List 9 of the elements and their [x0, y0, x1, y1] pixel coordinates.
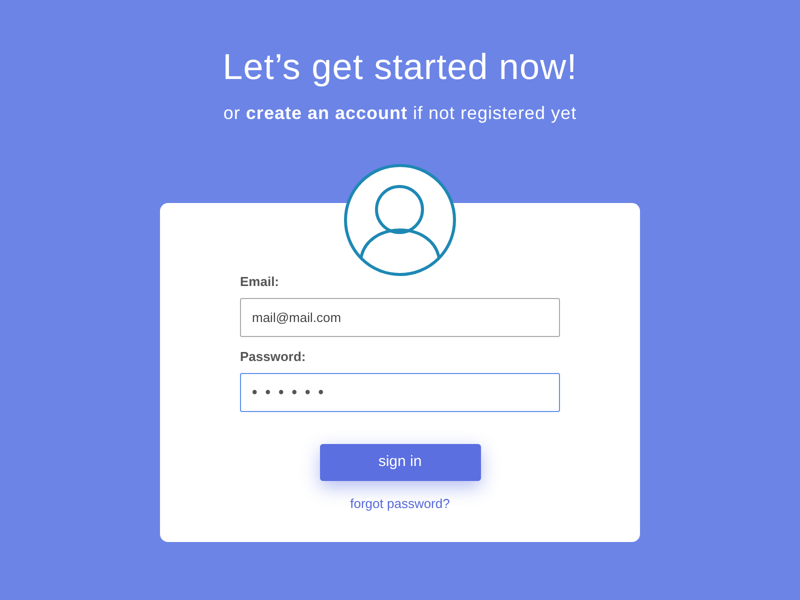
email-label: Email:	[240, 273, 280, 291]
sign-in-button[interactable]: sign in	[320, 444, 480, 481]
signup-prompt: or create an account if not registered yet	[223, 102, 577, 125]
forgot-password-link[interactable]: forgot password?	[350, 495, 450, 513]
password-field[interactable]: ••••••	[240, 373, 560, 412]
password-label: Password:	[240, 348, 307, 366]
page-title: Let’s get started now!	[222, 46, 578, 88]
email-field[interactable]: mail@mail.com	[240, 298, 560, 337]
create-account-link[interactable]: create an account	[246, 103, 408, 123]
